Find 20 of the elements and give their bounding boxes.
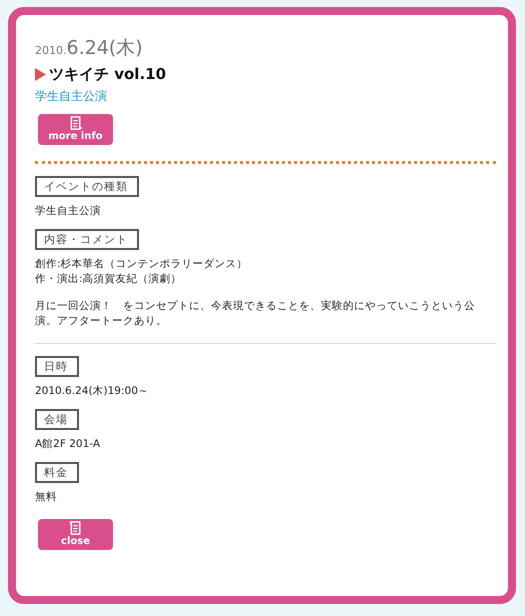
more-info-button[interactable]: more info: [38, 114, 113, 145]
section-text: 2010.6.24(木)19:00～: [35, 384, 149, 399]
section-label: 会場: [35, 409, 79, 430]
close-button[interactable]: close: [38, 519, 113, 550]
date-day: 6.24(木): [66, 35, 143, 61]
section-label: 料金: [35, 462, 79, 483]
section-label: イベントの種類: [35, 176, 139, 197]
date-year: 2010.: [35, 44, 66, 57]
section-label: 日時: [35, 356, 79, 377]
triangle-icon: [35, 68, 46, 81]
document-icon: [68, 521, 84, 536]
section-text: 月に一回公演！ をコンセプトに、今表現できることを、実験的にやっていこうという公演。アフタートークあり。: [35, 299, 476, 329]
section-text: 創作:杉本華名（コンテンポラリーダンス） 作・演出:高須賀友紀（演劇）: [35, 257, 248, 287]
section-text: 無料: [35, 490, 57, 505]
document-icon: [68, 116, 84, 131]
section-text: A館2F 201-A: [35, 437, 100, 452]
category-link[interactable]: 学生自主公演: [35, 88, 496, 105]
section-text: 学生自主公演: [35, 204, 101, 219]
section-label: 内容・コメント: [35, 229, 139, 250]
event-title: ツキイチ vol.10: [49, 65, 166, 84]
